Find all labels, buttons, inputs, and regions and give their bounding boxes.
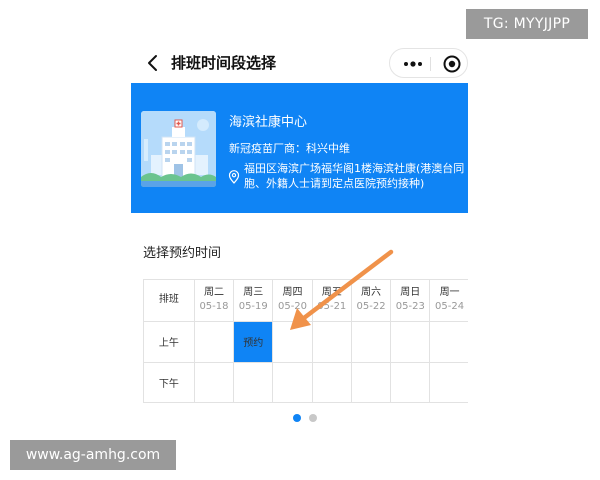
slot-cell[interactable] xyxy=(429,321,468,363)
page-dot[interactable] xyxy=(309,414,317,422)
date: 05-22 xyxy=(356,301,386,313)
page-indicator xyxy=(293,414,323,422)
close-circle-icon[interactable] xyxy=(442,54,462,74)
weekday: 周四 xyxy=(282,287,303,299)
date: 05-23 xyxy=(395,301,425,313)
schedule-table: 排班 周二 05-18 周三 05-19 周四 05-20 周五 05-21 周六 05-… xyxy=(143,279,468,403)
page-title: 排班时间段选择 xyxy=(171,54,277,72)
slot-cell[interactable] xyxy=(390,321,431,363)
more-icon[interactable] xyxy=(398,51,428,77)
watermark-bottom-left: www.ag-amhg.com xyxy=(10,440,176,470)
capsule-divider xyxy=(430,57,431,71)
section-title: 选择预约时间 xyxy=(143,246,222,261)
corner-label: 排班 xyxy=(144,280,195,322)
page-dot-active[interactable] xyxy=(293,414,301,422)
slot-cell[interactable] xyxy=(429,362,468,402)
clinic-card: 海滨社康中心 新冠疫苗厂商：科兴中维 福田区海滨广场福华阁1楼海滨社康(港澳台同… xyxy=(131,83,468,213)
slot-cell[interactable] xyxy=(233,362,274,402)
weekday: 周一 xyxy=(439,287,460,299)
slot-cell[interactable] xyxy=(312,321,352,363)
slot-cell[interactable] xyxy=(194,321,235,363)
date: 05-24 xyxy=(435,301,465,313)
weekday: 周二 xyxy=(203,287,224,299)
weekday: 周六 xyxy=(361,287,382,299)
slot-cell[interactable] xyxy=(194,362,235,402)
weekday: 周五 xyxy=(321,287,342,299)
slot-cell[interactable] xyxy=(272,362,313,402)
vaccine-maker: 新冠疫苗厂商：科兴中维 xyxy=(229,142,350,155)
day-header: 周三 05-19 xyxy=(233,280,274,322)
clinic-name: 海滨社康中心 xyxy=(229,115,308,130)
date: 05-18 xyxy=(199,301,229,313)
day-header: 周六 05-22 xyxy=(351,280,392,322)
row-label: 上午 xyxy=(144,321,195,363)
back-icon[interactable] xyxy=(143,53,163,73)
day-header: 周二 05-18 xyxy=(194,280,235,322)
slot-cell[interactable] xyxy=(351,321,392,363)
slot-cell[interactable] xyxy=(351,362,392,402)
schedule-header-row: 排班 周二 05-18 周三 05-19 周四 05-20 周五 05-21 周六 05-… xyxy=(144,280,468,322)
row-label: 下午 xyxy=(144,362,195,402)
slot-cell[interactable] xyxy=(272,321,313,363)
menu-capsule xyxy=(389,48,468,78)
weekday: 周三 xyxy=(243,287,264,299)
book-slot-button[interactable]: 预约 xyxy=(233,321,274,363)
location-icon xyxy=(228,169,240,184)
day-header: 周一 05-24 xyxy=(429,280,468,322)
slot-cell[interactable] xyxy=(312,362,352,402)
watermark-top-right: TG: MYYJJPP xyxy=(466,9,588,39)
schedule-row-afternoon: 下午 xyxy=(144,362,468,402)
date: 05-20 xyxy=(277,301,308,313)
weekday: 周日 xyxy=(400,287,421,299)
nav-bar: 排班时间段选择 xyxy=(131,48,468,78)
slot-cell[interactable] xyxy=(390,362,431,402)
day-header: 周五 05-21 xyxy=(312,280,352,322)
day-header: 周日 05-23 xyxy=(390,280,431,322)
date: 05-19 xyxy=(238,301,268,313)
date: 05-21 xyxy=(317,301,347,313)
clinic-address: 福田区海滨广场福华阁1楼海滨社康(港澳台同胞、外籍人士请到定点医院预约接种) xyxy=(244,162,465,190)
day-header: 周四 05-20 xyxy=(272,280,313,322)
hospital-building-icon xyxy=(141,111,216,187)
schedule-row-morning: 上午 预约 xyxy=(144,321,468,363)
